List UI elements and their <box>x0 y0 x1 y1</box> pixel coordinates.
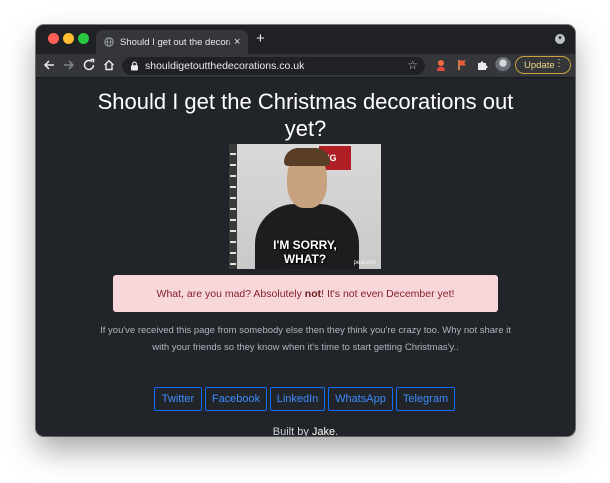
bookmark-star-icon[interactable]: ☆ <box>407 58 418 72</box>
url-text: shouldigetoutthedecorations.co.uk <box>145 60 305 72</box>
tab-strip: Should I get out the decoratio × + ▾ <box>36 25 575 54</box>
share-facebook-button[interactable]: Facebook <box>205 387 267 411</box>
browser-toolbar: shouldigetoutthedecorations.co.uk ☆ Upda… <box>36 54 575 78</box>
page-content: Should I get the Christmas decorations o… <box>36 78 575 436</box>
profile-avatar[interactable] <box>495 57 511 73</box>
share-twitter-button[interactable]: Twitter <box>154 387 202 411</box>
lock-icon[interactable] <box>130 61 139 71</box>
share-telegram-button[interactable]: Telegram <box>396 387 455 411</box>
update-label: Update <box>524 59 555 71</box>
share-description: If you've received this page from somebo… <box>100 325 511 353</box>
gif-watermark: peacock <box>353 260 376 266</box>
forward-arrow-icon[interactable] <box>62 58 76 72</box>
home-icon[interactable] <box>102 58 116 72</box>
gif-caption-line1: I'M SORRY, <box>273 238 337 252</box>
more-menu-icon[interactable]: ⋮ <box>554 58 564 69</box>
puzzle-extensions-icon[interactable] <box>475 58 489 72</box>
browser-window: Should I get out the decoratio × + ▾ sho… <box>36 25 575 436</box>
address-bar[interactable]: shouldigetoutthedecorations.co.uk ☆ <box>122 57 425 75</box>
tab-close-icon[interactable]: × <box>234 36 240 48</box>
alert-text-bold: not <box>304 287 322 300</box>
alert-text-prefix: What, are you mad? Absolutely <box>156 287 305 300</box>
reload-icon[interactable] <box>82 58 96 72</box>
gif-person-hair <box>284 148 330 166</box>
minimize-window-button[interactable] <box>63 33 74 44</box>
built-by-prefix: Built by <box>272 426 312 436</box>
share-whatsapp-button[interactable]: WhatsApp <box>328 387 393 411</box>
share-buttons: Twitter Facebook LinkedIn WhatsApp Teleg… <box>154 387 455 411</box>
close-window-button[interactable] <box>48 33 59 44</box>
maximize-window-button[interactable] <box>78 33 89 44</box>
tab-search-icon[interactable]: ▾ <box>555 34 565 44</box>
page-title: Should I get the Christmas decorations o… <box>97 89 514 141</box>
author-link[interactable]: Jake <box>312 426 335 436</box>
reaction-gif: NG I'M SORRY, WHAT? peacock <box>229 144 381 269</box>
tab-title: Should I get out the decoratio <box>120 36 230 48</box>
footer-credit: Built by Jake. <box>36 426 575 436</box>
share-linkedin-button[interactable]: LinkedIn <box>270 387 325 411</box>
alert-text-suffix: ! It's not even December yet! <box>321 287 455 300</box>
new-tab-button[interactable]: + <box>256 31 265 46</box>
back-arrow-icon[interactable] <box>42 58 56 72</box>
active-tab[interactable]: Should I get out the decoratio × <box>96 30 248 54</box>
flag-extension-icon[interactable] <box>455 58 469 72</box>
update-button[interactable]: Update ⋮ <box>515 56 571 74</box>
built-by-suffix: . <box>335 426 339 436</box>
extension-badge-icon[interactable] <box>434 58 448 72</box>
globe-icon <box>104 37 114 47</box>
answer-alert: What, are you mad? Absolutely not! It's … <box>113 275 498 312</box>
